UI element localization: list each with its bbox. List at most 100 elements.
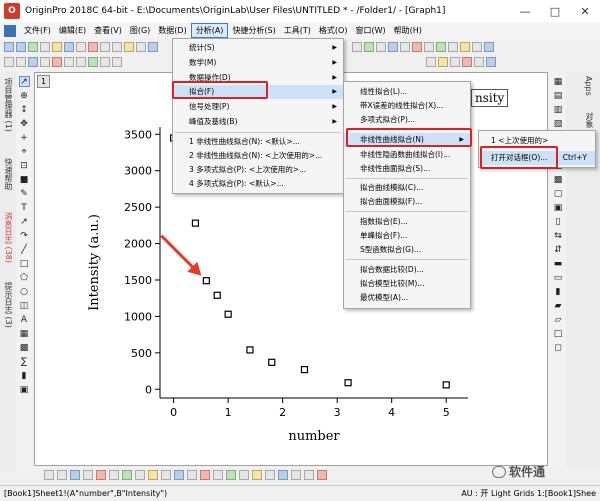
line-tool-icon[interactable]: ╱: [19, 244, 30, 255]
pie-chart-icon[interactable]: [109, 470, 119, 480]
add-right-axis-icon[interactable]: ▥: [553, 104, 564, 115]
tab-apps[interactable]: Apps: [584, 76, 593, 96]
stacked-plot-icon[interactable]: [135, 470, 145, 480]
rectangle-tool-icon[interactable]: □: [19, 258, 30, 269]
equation-icon[interactable]: ∑: [19, 356, 30, 367]
data-point[interactable]: [442, 381, 450, 389]
new-project-icon[interactable]: [4, 42, 14, 52]
layer-icon[interactable]: [400, 42, 410, 52]
refresh-icon[interactable]: [100, 42, 110, 52]
menu-help[interactable]: 帮助(H): [390, 23, 426, 38]
tab-messages-log[interactable]: 消息日志 (38): [2, 212, 14, 263]
pattern-icon[interactable]: [438, 57, 448, 67]
page-setup-icon[interactable]: ◻: [553, 342, 564, 353]
export-icon[interactable]: [436, 42, 446, 52]
new-matrix-icon[interactable]: [40, 42, 50, 52]
line-symbol-plot-icon[interactable]: [70, 470, 80, 480]
pointer-icon[interactable]: ↗: [18, 76, 30, 87]
fill-icon[interactable]: [112, 57, 122, 67]
menu-recent-nlfit-last[interactable]: 2 非线性曲线拟合(N): <上次使用的>...: [173, 149, 343, 163]
document-icon[interactable]: [4, 24, 16, 37]
color-map-icon[interactable]: [317, 470, 327, 480]
menu-best-model[interactable]: 最优模型(A)...: [344, 291, 470, 305]
menu-window[interactable]: 窗口(W): [351, 23, 389, 38]
minimize-icon[interactable]: —: [510, 0, 540, 22]
3d-plot-icon[interactable]: [161, 470, 171, 480]
polygon-tool-icon[interactable]: ⬠: [19, 272, 30, 283]
column-plot-icon[interactable]: [83, 470, 93, 480]
tab-quick-help[interactable]: 快速帮助: [2, 158, 14, 190]
export-graph-icon[interactable]: ▱: [553, 314, 564, 325]
menu-peaks-baseline[interactable]: 峰值及基线(B) ▶: [173, 115, 343, 129]
maximize-icon[interactable]: □: [540, 0, 570, 22]
insert-graph-icon[interactable]: ▦: [19, 328, 30, 339]
text-tool-icon[interactable]: T: [19, 202, 30, 213]
draw-data-icon[interactable]: ✎: [19, 188, 30, 199]
zoom-icon[interactable]: [424, 42, 434, 52]
data-point[interactable]: [300, 365, 309, 374]
zoom-in-icon[interactable]: ⊕: [19, 90, 30, 101]
waterfall-icon[interactable]: [265, 470, 275, 480]
data-point[interactable]: [202, 277, 210, 285]
bubble-plot-icon[interactable]: [304, 470, 314, 480]
new-workbook-icon[interactable]: [16, 42, 26, 52]
vector-plot-icon[interactable]: [291, 470, 301, 480]
menu-implicit-fit[interactable]: 非线性隐函数曲线拟合(I)...: [344, 148, 470, 162]
menu-compare-datasets[interactable]: 拟合数据比较(D)...: [344, 263, 470, 277]
curved-arrow-icon[interactable]: ↷: [19, 230, 30, 241]
open-icon[interactable]: [52, 42, 62, 52]
area-plot-icon[interactable]: [122, 470, 132, 480]
subscript-icon[interactable]: [76, 57, 86, 67]
copy-icon[interactable]: [112, 42, 122, 52]
circle-tool-icon[interactable]: ○: [19, 286, 30, 297]
size-icon[interactable]: [474, 57, 484, 67]
graph-template-icon[interactable]: ▰: [553, 300, 564, 311]
menu-signal-processing[interactable]: 信号处理(P) ▶: [173, 100, 343, 114]
greek-icon[interactable]: [88, 57, 98, 67]
line-plot-icon[interactable]: [44, 470, 54, 480]
menu-analysis[interactable]: 分析(A): [190, 23, 229, 38]
superscript-icon[interactable]: [64, 57, 74, 67]
symbol-icon[interactable]: [450, 57, 460, 67]
menu-linear-fit-xerror[interactable]: 带X误差的线性拟合(X)...: [344, 99, 470, 113]
add-grid-icon[interactable]: ▧: [553, 118, 564, 129]
template-library-icon[interactable]: [239, 470, 249, 480]
underline-icon[interactable]: [40, 57, 50, 67]
copy-page-icon[interactable]: □: [553, 328, 564, 339]
menu-recent-nlfit-default[interactable]: 1 非线性曲线拟合(N): <默认>...: [173, 135, 343, 149]
project-explorer-icon[interactable]: [148, 42, 158, 52]
menu-view[interactable]: 查看(V): [90, 23, 126, 38]
enlarge-icon[interactable]: ▭: [553, 272, 564, 283]
data-reader-tool-icon[interactable]: ⌖: [19, 146, 30, 157]
screen-reader-icon[interactable]: +: [19, 132, 30, 143]
bar-plot-icon[interactable]: [96, 470, 106, 480]
menu-sigmoidal-fit[interactable]: S型函数拟合(G)...: [344, 243, 470, 257]
merge-graph-icon[interactable]: [388, 42, 398, 52]
menu-recent-polyfit-default[interactable]: 4 多项式拟合(P): <默认>...: [173, 177, 343, 191]
arrow-tool-icon[interactable]: ↗: [19, 216, 30, 227]
statistics-plot-icon[interactable]: [174, 470, 184, 480]
picture-icon[interactable]: ▣: [19, 384, 30, 395]
ternary-plot-icon[interactable]: [200, 470, 210, 480]
menu-polynomial-fit[interactable]: 多项式拟合(P)...: [344, 113, 470, 127]
surface-plot-icon[interactable]: [278, 470, 288, 480]
save-icon[interactable]: [64, 42, 74, 52]
data-point[interactable]: [344, 379, 352, 387]
box-chart-icon[interactable]: [213, 470, 223, 480]
color-scale-icon[interactable]: ▮: [19, 370, 30, 381]
menu-quick-analysis[interactable]: 快捷分析(S): [228, 23, 279, 38]
data-point[interactable]: [246, 346, 254, 354]
pan-icon[interactable]: ✥: [19, 118, 30, 129]
menu-exponential-fit[interactable]: 指数拟合(E)...: [344, 215, 470, 229]
line-color-icon[interactable]: [462, 57, 472, 67]
data-selector-icon[interactable]: ⊡: [19, 160, 30, 171]
menu-data[interactable]: 数据(D): [154, 23, 190, 38]
polar-plot-icon[interactable]: [187, 470, 197, 480]
italic-icon[interactable]: [28, 57, 38, 67]
rescale-icon[interactable]: [352, 42, 362, 52]
close-icon[interactable]: ✕: [570, 0, 600, 22]
code-builder-icon[interactable]: [136, 42, 146, 52]
menu-simulate-curve[interactable]: 拟合曲线模拟(C)...: [344, 181, 470, 195]
import-icon[interactable]: [76, 42, 86, 52]
data-reader-icon[interactable]: [484, 42, 494, 52]
